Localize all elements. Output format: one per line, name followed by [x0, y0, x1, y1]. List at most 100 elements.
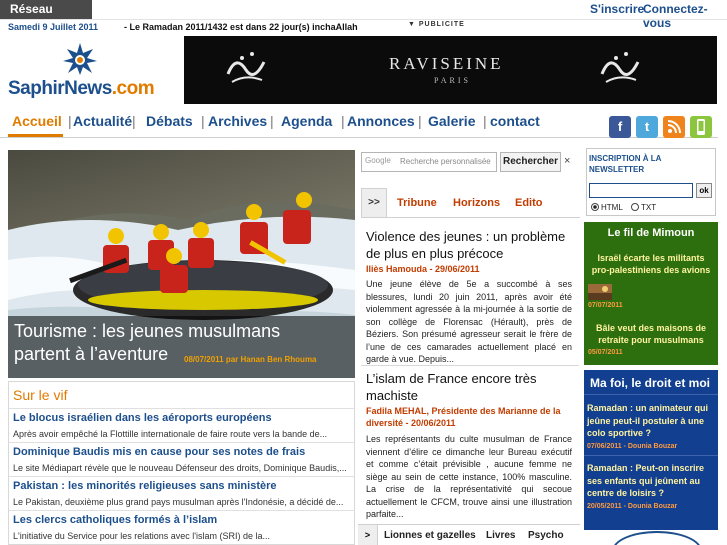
mafoi-title: Ma foi, le droit et moi — [590, 376, 711, 390]
advert-banner[interactable]: RAVISEINE PARIS — [184, 36, 717, 104]
mimoun-link[interactable]: Israël écarte les militants pro-palestin… — [588, 252, 714, 276]
logo-text-main: SaphirNews — [8, 78, 112, 99]
twitter-icon[interactable]: t — [636, 116, 658, 138]
mobile-icon[interactable] — [690, 116, 712, 138]
nav-galerie[interactable]: Galerie — [428, 113, 475, 129]
sur-le-vif-title: Sur le vif — [13, 387, 68, 403]
newsletter-box: INSCRIPTION À LA NEWSLETTER ok HTML TXT — [586, 148, 716, 216]
lifestyle-tabs: > Lionnes et gazelles Livres Psycho — [358, 524, 580, 545]
bottom-badge[interactable] — [612, 531, 702, 545]
divider — [584, 455, 718, 456]
mimoun-link[interactable]: Bâle veut des maisons de retraite pour m… — [588, 322, 714, 346]
mimoun-title: Le fil de Mimoun — [607, 227, 695, 239]
mafoi-link[interactable]: Ramadan : un animateur qui jeûne peut-il… — [587, 402, 715, 440]
mafoi-date: 07/06/2011 - Dounia Bouzar — [587, 443, 678, 450]
nav-separator: | — [270, 113, 274, 129]
site-logo[interactable]: SaphirNews.com — [8, 42, 173, 102]
banner-sub: PARIS — [434, 76, 471, 85]
tab-psycho[interactable]: Psycho — [528, 530, 564, 541]
divider — [9, 442, 354, 443]
calligraphy-logo-left-icon — [226, 52, 266, 83]
tab-lionnes-et-gazelles[interactable]: Lionnes et gazelles — [384, 530, 476, 541]
hero-feature[interactable]: Tourisme : les jeunes musulmans partent … — [8, 150, 355, 378]
divider — [584, 394, 718, 395]
article-title[interactable]: L’islam de France encore très machiste — [366, 370, 576, 404]
vif-item-title[interactable]: Les clercs catholiques formés à l’islam — [13, 514, 217, 526]
calligraphy-logo-right-icon — [600, 52, 640, 83]
radio-html[interactable]: HTML — [591, 203, 623, 212]
radio-txt[interactable]: TXT — [631, 203, 656, 212]
vif-item-text: Le Pakistan, deuxième plus grand pays mu… — [13, 497, 344, 507]
nav-separator: | — [132, 113, 136, 129]
search-placeholder: Recherche personnalisée — [400, 157, 491, 166]
article-author: Iliès Hamouda - 29/06/2011 — [366, 264, 480, 274]
opinion-tabs: >> Tribune Horizons Edito — [361, 188, 580, 218]
nav-separator: | — [418, 113, 422, 129]
date-bar: Samedi 9 Juillet 2011 - Le Ramadan 2011/… — [0, 20, 727, 34]
logo-text: SaphirNews.com — [8, 78, 155, 100]
mimoun-date: 05/07/2011 — [588, 349, 623, 356]
tab-livres[interactable]: Livres — [486, 530, 515, 541]
nav-annonces[interactable]: Annonces — [347, 113, 415, 129]
tab-horizons[interactable]: Horizons — [453, 197, 500, 209]
divider — [361, 365, 579, 366]
fil-de-mimoun-panel: Le fil de Mimoun Israël écarte les milit… — [584, 222, 718, 365]
current-date: Samedi 9 Juillet 2011 — [8, 22, 99, 32]
article-author: Fadila MEHAL, Présidente des Marianne de… — [366, 406, 561, 428]
ma-foi-panel: Ma foi, le droit et moi Ramadan : un ani… — [584, 370, 718, 530]
divider — [9, 408, 354, 409]
tab-arrow[interactable]: >> — [361, 188, 387, 218]
tab-arrow[interactable]: > — [358, 525, 378, 545]
nav-separator: | — [68, 113, 72, 129]
thumbnail-image — [588, 284, 612, 300]
vif-item-text: Le site Médiapart révèle que le nouveau … — [13, 463, 347, 473]
vif-item-text: L'initiative du Service pour les relatio… — [13, 531, 271, 541]
article-excerpt: Une jeune élève de 5e a succombé à ses b… — [366, 279, 572, 364]
hero-meta: 08/07/2011 par Hanan Ben Rhouma — [184, 355, 317, 364]
nav-separator: | — [341, 113, 345, 129]
social-network-menu[interactable]: Réseau social ▼ — [0, 0, 92, 35]
google-search: Google Recherche personnalisée Recherche… — [361, 152, 575, 174]
newsletter-email-input[interactable] — [589, 183, 693, 198]
divider — [9, 476, 354, 477]
vif-item-title[interactable]: Pakistan : les minorités religieuses san… — [13, 480, 277, 492]
nav-debats[interactable]: Débats — [146, 113, 193, 129]
nav-actualite[interactable]: Actualité — [73, 113, 132, 129]
nav-agenda[interactable]: Agenda — [281, 113, 332, 129]
radio-txt-label: TXT — [641, 203, 657, 212]
article-excerpt: Les représentants du culte musulman de F… — [366, 434, 572, 519]
ad-label-text: PUBLICITE — [418, 21, 465, 28]
vif-item-title[interactable]: Dominique Baudis mis en cause pour ses n… — [13, 446, 305, 458]
rss-icon[interactable] — [663, 116, 685, 138]
page: Réseau social ▼ S'inscrire Connectez-vous… — [0, 0, 727, 545]
nav-archives[interactable]: Archives — [208, 113, 267, 129]
vif-item-text: Après avoir empêché la Flottille interna… — [13, 429, 328, 439]
article-title[interactable]: Violence des jeunes : un problème de plu… — [366, 228, 576, 262]
vif-item-title[interactable]: Le blocus israélien dans les aéroports e… — [13, 412, 272, 424]
radio-selected-icon — [591, 203, 599, 211]
logo-text-tld: .com — [111, 78, 155, 99]
nav-separator: | — [483, 113, 487, 129]
search-button[interactable]: Rechercher — [500, 152, 561, 172]
mafoi-link[interactable]: Ramadan : Peut-on inscrire ses enfants q… — [587, 462, 715, 500]
google-label: Google — [365, 156, 391, 165]
tab-tribune[interactable]: Tribune — [397, 197, 437, 209]
ad-label: ▼ PUBLICITE — [408, 21, 465, 28]
radio-empty-icon — [631, 203, 639, 211]
mafoi-date: 20/05/2011 - Dounia Bouzar — [587, 503, 678, 510]
newsletter-title: INSCRIPTION À LA NEWSLETTER — [589, 154, 662, 174]
divider — [9, 510, 354, 511]
newsletter-ok-button[interactable]: ok — [696, 183, 712, 198]
star-logo-icon — [63, 43, 97, 75]
radio-html-label: HTML — [601, 203, 623, 212]
news-ticker[interactable]: - Le Ramadan 2011/1432 est dans 22 jour(… — [124, 22, 358, 32]
signup-link[interactable]: S'inscrire — [590, 2, 644, 16]
top-bar: Réseau social ▼ S'inscrire Connectez-vous — [0, 0, 727, 35]
nav-accueil[interactable]: Accueil — [12, 113, 62, 129]
tab-edito[interactable]: Edito — [515, 197, 543, 209]
sur-le-vif-panel: Sur le vif Le blocus israélien dans les … — [8, 381, 355, 545]
close-icon[interactable]: × — [564, 155, 570, 167]
search-input[interactable]: Google Recherche personnalisée — [361, 152, 497, 172]
facebook-icon[interactable]: f — [609, 116, 631, 138]
nav-contact[interactable]: contact — [490, 113, 540, 129]
